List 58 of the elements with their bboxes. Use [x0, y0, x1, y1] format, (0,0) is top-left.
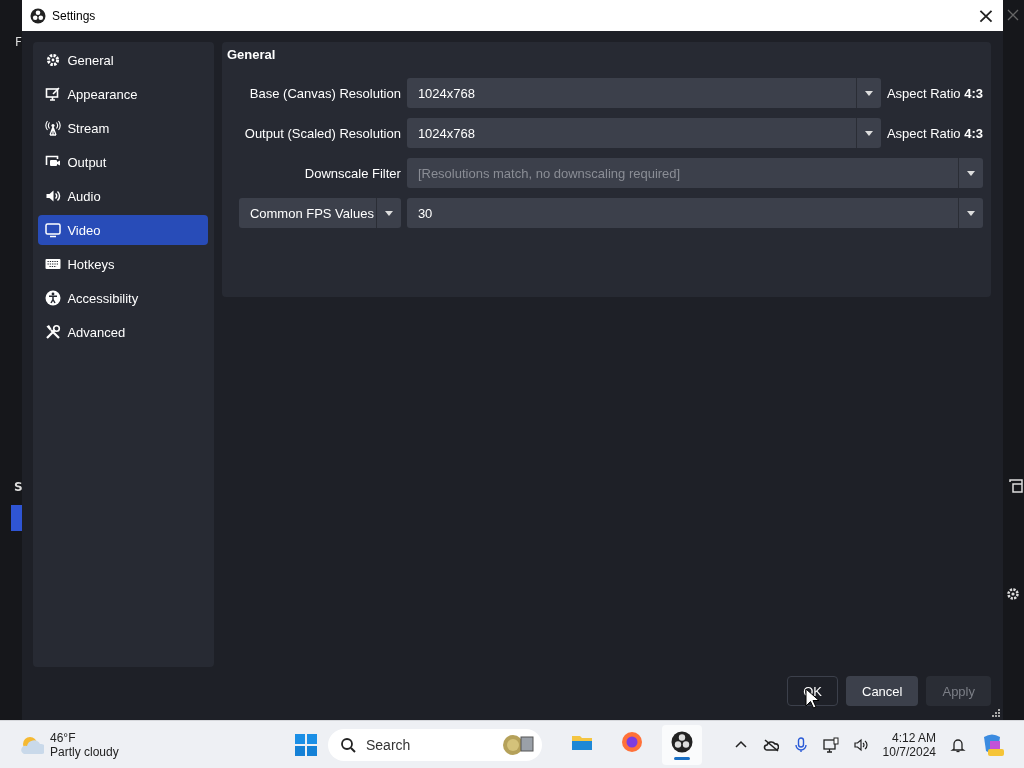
aspect-ratio-text: Aspect Ratio 4:3	[886, 125, 983, 141]
gear-icon	[45, 52, 62, 68]
sidebar-item[interactable]: General	[38, 45, 209, 75]
app-logo-icon	[30, 7, 46, 24]
app-logo-icon	[670, 729, 694, 754]
sidebar-item[interactable]: Appearance	[38, 79, 209, 109]
aspect-ratio-text: Aspect Ratio 4:3	[886, 85, 983, 101]
caret-icon	[863, 129, 874, 137]
temperature-text: 46°F	[50, 730, 77, 745]
close-icon[interactable]	[1005, 7, 1021, 23]
monitor-brush-icon	[45, 86, 62, 102]
sidebar-item[interactable]: Hotkeys	[38, 249, 209, 279]
resize-grip-icon[interactable]	[991, 708, 1001, 718]
weather-text: Partly cloudy	[50, 744, 119, 759]
dropdown[interactable]: Common FPS Values	[238, 198, 401, 228]
sidebar-item[interactable]: Audio	[38, 181, 209, 211]
cursor-icon	[805, 688, 820, 709]
window-title: Settings	[52, 8, 97, 23]
section-heading: General	[226, 47, 277, 64]
field-label: Base (Canvas) Resolution	[249, 85, 401, 101]
sidebar-item[interactable]: Output	[38, 147, 209, 177]
gear-icon[interactable]	[1005, 586, 1021, 602]
keyboard-icon	[45, 256, 62, 272]
search-field[interactable]: Search	[328, 728, 542, 761]
sidebar-item[interactable]: Video	[38, 215, 209, 245]
bell-icon[interactable]	[950, 736, 966, 753]
search-icon	[340, 736, 356, 753]
panel-text: S	[14, 480, 23, 494]
field-label: Downscale Filter	[304, 165, 401, 181]
caret-icon	[966, 209, 976, 217]
window-icon[interactable]	[1008, 478, 1024, 494]
dropdown[interactable]: 1024x768	[406, 78, 881, 108]
microphone-icon[interactable]	[792, 736, 809, 753]
monitor-icon[interactable]	[822, 736, 839, 753]
dropdown[interactable]: 1024x768	[406, 118, 881, 148]
start-icon[interactable]	[294, 732, 318, 757]
list-item-highlight	[11, 505, 22, 531]
close-button[interactable]: ×	[969, 0, 1003, 31]
dropdown[interactable]: 30	[406, 198, 983, 228]
sidebar-item[interactable]: Advanced	[38, 317, 209, 347]
caret-icon	[966, 169, 976, 177]
clock[interactable]: 4:12 AM 10/7/2024	[882, 730, 936, 759]
tools-icon	[45, 324, 62, 340]
cloud-icon[interactable]	[762, 736, 779, 753]
caret-icon	[863, 89, 874, 97]
sidebar-item[interactable]: Stream	[38, 113, 209, 143]
caret-icon	[383, 209, 394, 217]
field-label: Output (Scaled) Resolution	[244, 125, 401, 141]
speaker-icon[interactable]	[852, 736, 869, 753]
antenna-icon	[45, 120, 62, 136]
globe-icon	[620, 729, 644, 754]
dialog-button[interactable]: Cancel	[846, 676, 919, 706]
person-icon	[45, 290, 62, 306]
monitor-icon	[45, 222, 62, 238]
sidebar-item[interactable]: Accessibility	[38, 283, 209, 313]
speaker-icon	[45, 188, 62, 204]
menu-text: F	[15, 35, 22, 49]
taskbar-app[interactable]	[662, 724, 702, 765]
